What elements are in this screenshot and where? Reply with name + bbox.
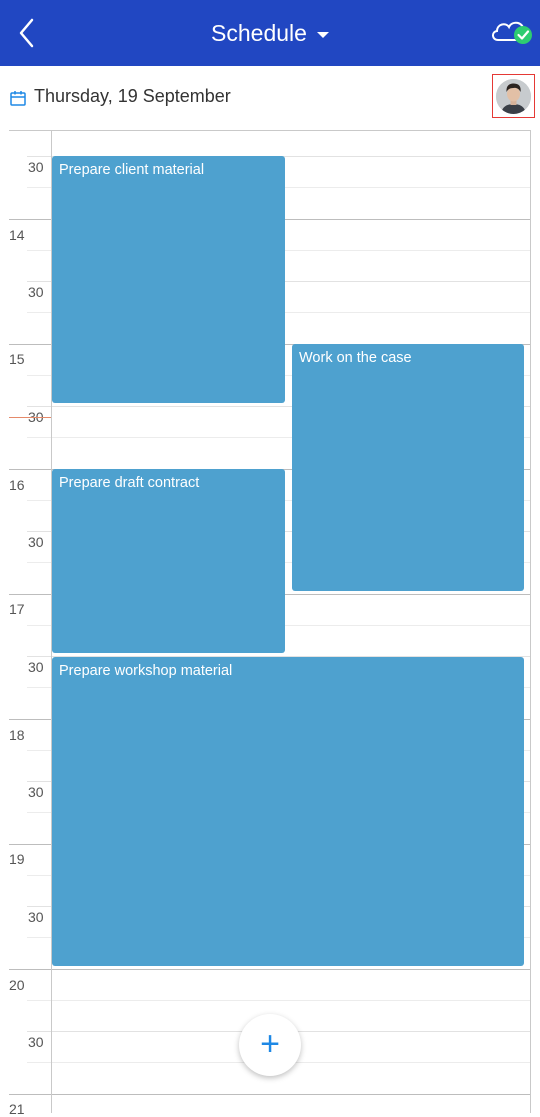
time-label: 30 [28, 909, 44, 925]
event-title: Prepare draft contract [59, 475, 200, 491]
event-title: Work on the case [299, 350, 412, 366]
cloud-sync-icon[interactable] [488, 16, 536, 48]
event-prepare-workshop-material[interactable]: Prepare workshop material [52, 657, 524, 966]
date-bar: Thursday, 19 September [0, 66, 540, 130]
hour-line [9, 1094, 531, 1095]
schedule-title-dropdown[interactable]: Schedule [0, 0, 540, 66]
app-header: Schedule [0, 0, 540, 66]
grid-top-border [9, 130, 531, 131]
time-label: 21 [9, 1101, 25, 1117]
time-label: 15 [9, 351, 25, 367]
current-time-indicator [9, 417, 51, 418]
quarter-hour-line [27, 1000, 531, 1001]
day-schedule-grid[interactable]: 30 14 30 15 30 16 30 17 30 18 30 19 30 2… [0, 130, 540, 1117]
calendar-icon [10, 91, 26, 106]
time-label: 30 [28, 534, 44, 550]
time-label: 17 [9, 601, 25, 617]
page-title: Schedule [211, 19, 307, 46]
current-date[interactable]: Thursday, 19 September [34, 86, 231, 107]
event-work-on-the-case[interactable]: Work on the case [292, 344, 524, 591]
time-label: 20 [9, 977, 25, 993]
avatar [496, 78, 531, 114]
event-title: Prepare workshop material [59, 663, 233, 679]
grid-right-border [530, 130, 531, 1113]
time-label: 30 [28, 659, 44, 675]
plus-icon: + [260, 1024, 280, 1063]
event-prepare-draft-contract[interactable]: Prepare draft contract [52, 469, 285, 653]
time-label: 16 [9, 477, 25, 493]
time-label: 30 [28, 159, 44, 175]
time-label: 30 [28, 284, 44, 300]
avatar-button[interactable] [492, 74, 535, 118]
chevron-down-icon [316, 31, 329, 38]
add-event-button[interactable]: + [239, 1014, 301, 1076]
event-title: Prepare client material [59, 162, 205, 178]
event-prepare-client-material[interactable]: Prepare client material [52, 156, 285, 403]
time-label: 30 [28, 784, 44, 800]
time-label: 14 [9, 227, 25, 243]
hour-line [9, 969, 531, 970]
time-label: 18 [9, 727, 25, 743]
time-label: 19 [9, 851, 25, 867]
time-label: 30 [28, 1034, 44, 1050]
